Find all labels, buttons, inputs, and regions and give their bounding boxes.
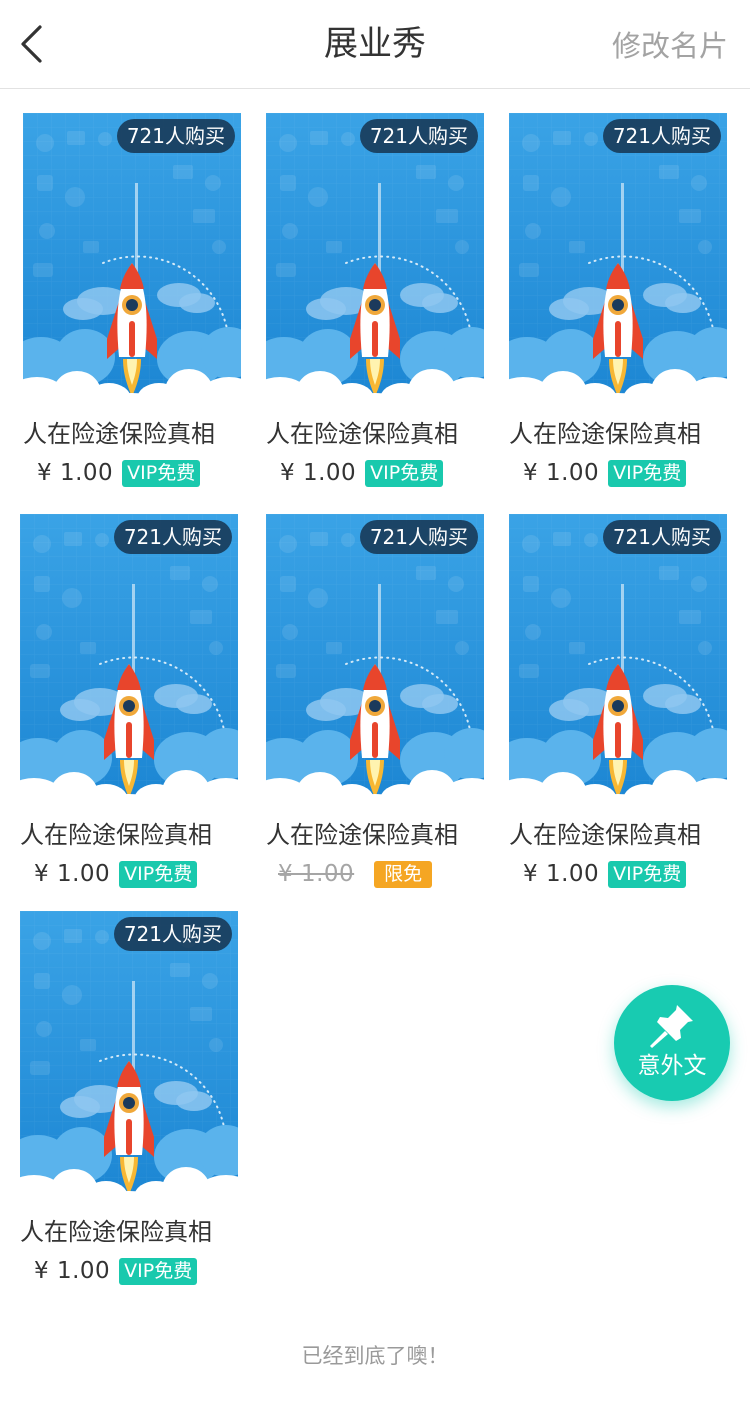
price-row: ¥ 1.00 VIP免费 bbox=[509, 859, 727, 889]
product-title[interactable]: 人在险途保险真相 bbox=[20, 1216, 238, 1248]
rocket-cover-image bbox=[509, 514, 727, 803]
price-row: ¥ 1.00 VIP免费 bbox=[23, 458, 241, 488]
price-row: ¥ 1.00 VIP免费 bbox=[266, 458, 484, 488]
chevron-left-icon bbox=[21, 25, 42, 63]
price-row: ¥ 1.00 VIP免费 bbox=[20, 1256, 238, 1286]
product-card[interactable]: 721人购买 人在险途保险真相 ¥ 1.00 VIP免费 bbox=[23, 113, 241, 488]
buyers-badge: 721人购买 bbox=[602, 119, 721, 153]
product-card[interactable]: 721人购买 人在险途保险真相 ¥ 1.00 VIP免费 bbox=[20, 911, 238, 1286]
product-cover[interactable]: 721人购买 bbox=[509, 113, 727, 402]
product-cover[interactable]: 721人购买 bbox=[509, 514, 727, 803]
product-price: ¥ 1.00 bbox=[37, 460, 114, 486]
product-price: ¥ 1.00 bbox=[523, 861, 600, 887]
price-row: ¥ 1.00 限免 bbox=[266, 859, 484, 889]
original-price: ¥ 1.00 bbox=[278, 861, 355, 887]
product-title[interactable]: 人在险途保险真相 bbox=[266, 418, 484, 450]
fab-label: 意外文 bbox=[637, 1053, 707, 1079]
end-of-list-note: 已经到底了噢！ bbox=[301, 1344, 449, 1368]
product-title[interactable]: 人在险途保险真相 bbox=[509, 819, 727, 851]
back-button[interactable] bbox=[14, 22, 54, 66]
product-cover[interactable]: 721人购买 bbox=[20, 514, 238, 803]
edit-card-button[interactable]: 修改名片 bbox=[612, 26, 728, 66]
pushpin-icon bbox=[650, 1005, 693, 1048]
product-title[interactable]: 人在险途保险真相 bbox=[266, 819, 484, 851]
price-row: ¥ 1.00 VIP免费 bbox=[20, 859, 238, 889]
product-card[interactable]: 721人购买 人在险途保险真相 ¥ 1.00 VIP免费 bbox=[266, 113, 484, 488]
buyers-badge: 721人购买 bbox=[113, 917, 232, 951]
product-price: ¥ 1.00 bbox=[34, 861, 111, 887]
price-row: ¥ 1.00 VIP免费 bbox=[509, 458, 727, 488]
vip-free-tag: VIP免费 bbox=[608, 860, 687, 888]
product-card[interactable]: 721人购买 人在险途保险真相 ¥ 1.00 VIP免费 bbox=[509, 113, 727, 488]
rocket-cover-image bbox=[509, 113, 727, 402]
rocket-cover-image bbox=[23, 113, 241, 402]
rocket-cover-image bbox=[20, 911, 238, 1200]
vip-free-tag: VIP免费 bbox=[608, 459, 687, 487]
product-card[interactable]: 721人购买 人在险途保险真相 ¥ 1.00 VIP免费 bbox=[509, 514, 727, 889]
product-price: ¥ 1.00 bbox=[280, 460, 357, 486]
vip-free-tag: VIP免费 bbox=[122, 459, 201, 487]
vip-free-tag: VIP免费 bbox=[119, 860, 198, 888]
buyers-badge: 721人购买 bbox=[116, 119, 235, 153]
product-cover[interactable]: 721人购买 bbox=[20, 911, 238, 1200]
buyers-badge: 721人购买 bbox=[113, 520, 232, 554]
product-title[interactable]: 人在险途保险真相 bbox=[20, 819, 238, 851]
product-price: ¥ 1.00 bbox=[523, 460, 600, 486]
buyers-badge: 721人购买 bbox=[359, 119, 478, 153]
product-cover[interactable]: 721人购买 bbox=[266, 514, 484, 803]
accident-article-fab[interactable]: 意外文 bbox=[614, 985, 730, 1101]
rocket-cover-image bbox=[20, 514, 238, 803]
product-title[interactable]: 人在险途保险真相 bbox=[23, 418, 241, 450]
product-card[interactable]: 721人购买 人在险途保险真相 ¥ 1.00 限免 bbox=[266, 514, 484, 889]
vip-free-tag: VIP免费 bbox=[119, 1257, 198, 1285]
product-cover[interactable]: 721人购买 bbox=[23, 113, 241, 402]
product-title[interactable]: 人在险途保险真相 bbox=[509, 418, 727, 450]
rocket-cover-image bbox=[266, 113, 484, 402]
product-price: ¥ 1.00 bbox=[34, 1258, 111, 1284]
limited-free-tag: 限免 bbox=[374, 860, 433, 888]
buyers-badge: 721人购买 bbox=[359, 520, 478, 554]
product-cover[interactable]: 721人购买 bbox=[266, 113, 484, 402]
rocket-cover-image bbox=[266, 514, 484, 803]
vip-free-tag: VIP免费 bbox=[365, 459, 444, 487]
buyers-badge: 721人购买 bbox=[602, 520, 721, 554]
product-card[interactable]: 721人购买 人在险途保险真相 ¥ 1.00 VIP免费 bbox=[20, 514, 238, 889]
nav-bar: 展业秀 修改名片 bbox=[0, 0, 750, 89]
